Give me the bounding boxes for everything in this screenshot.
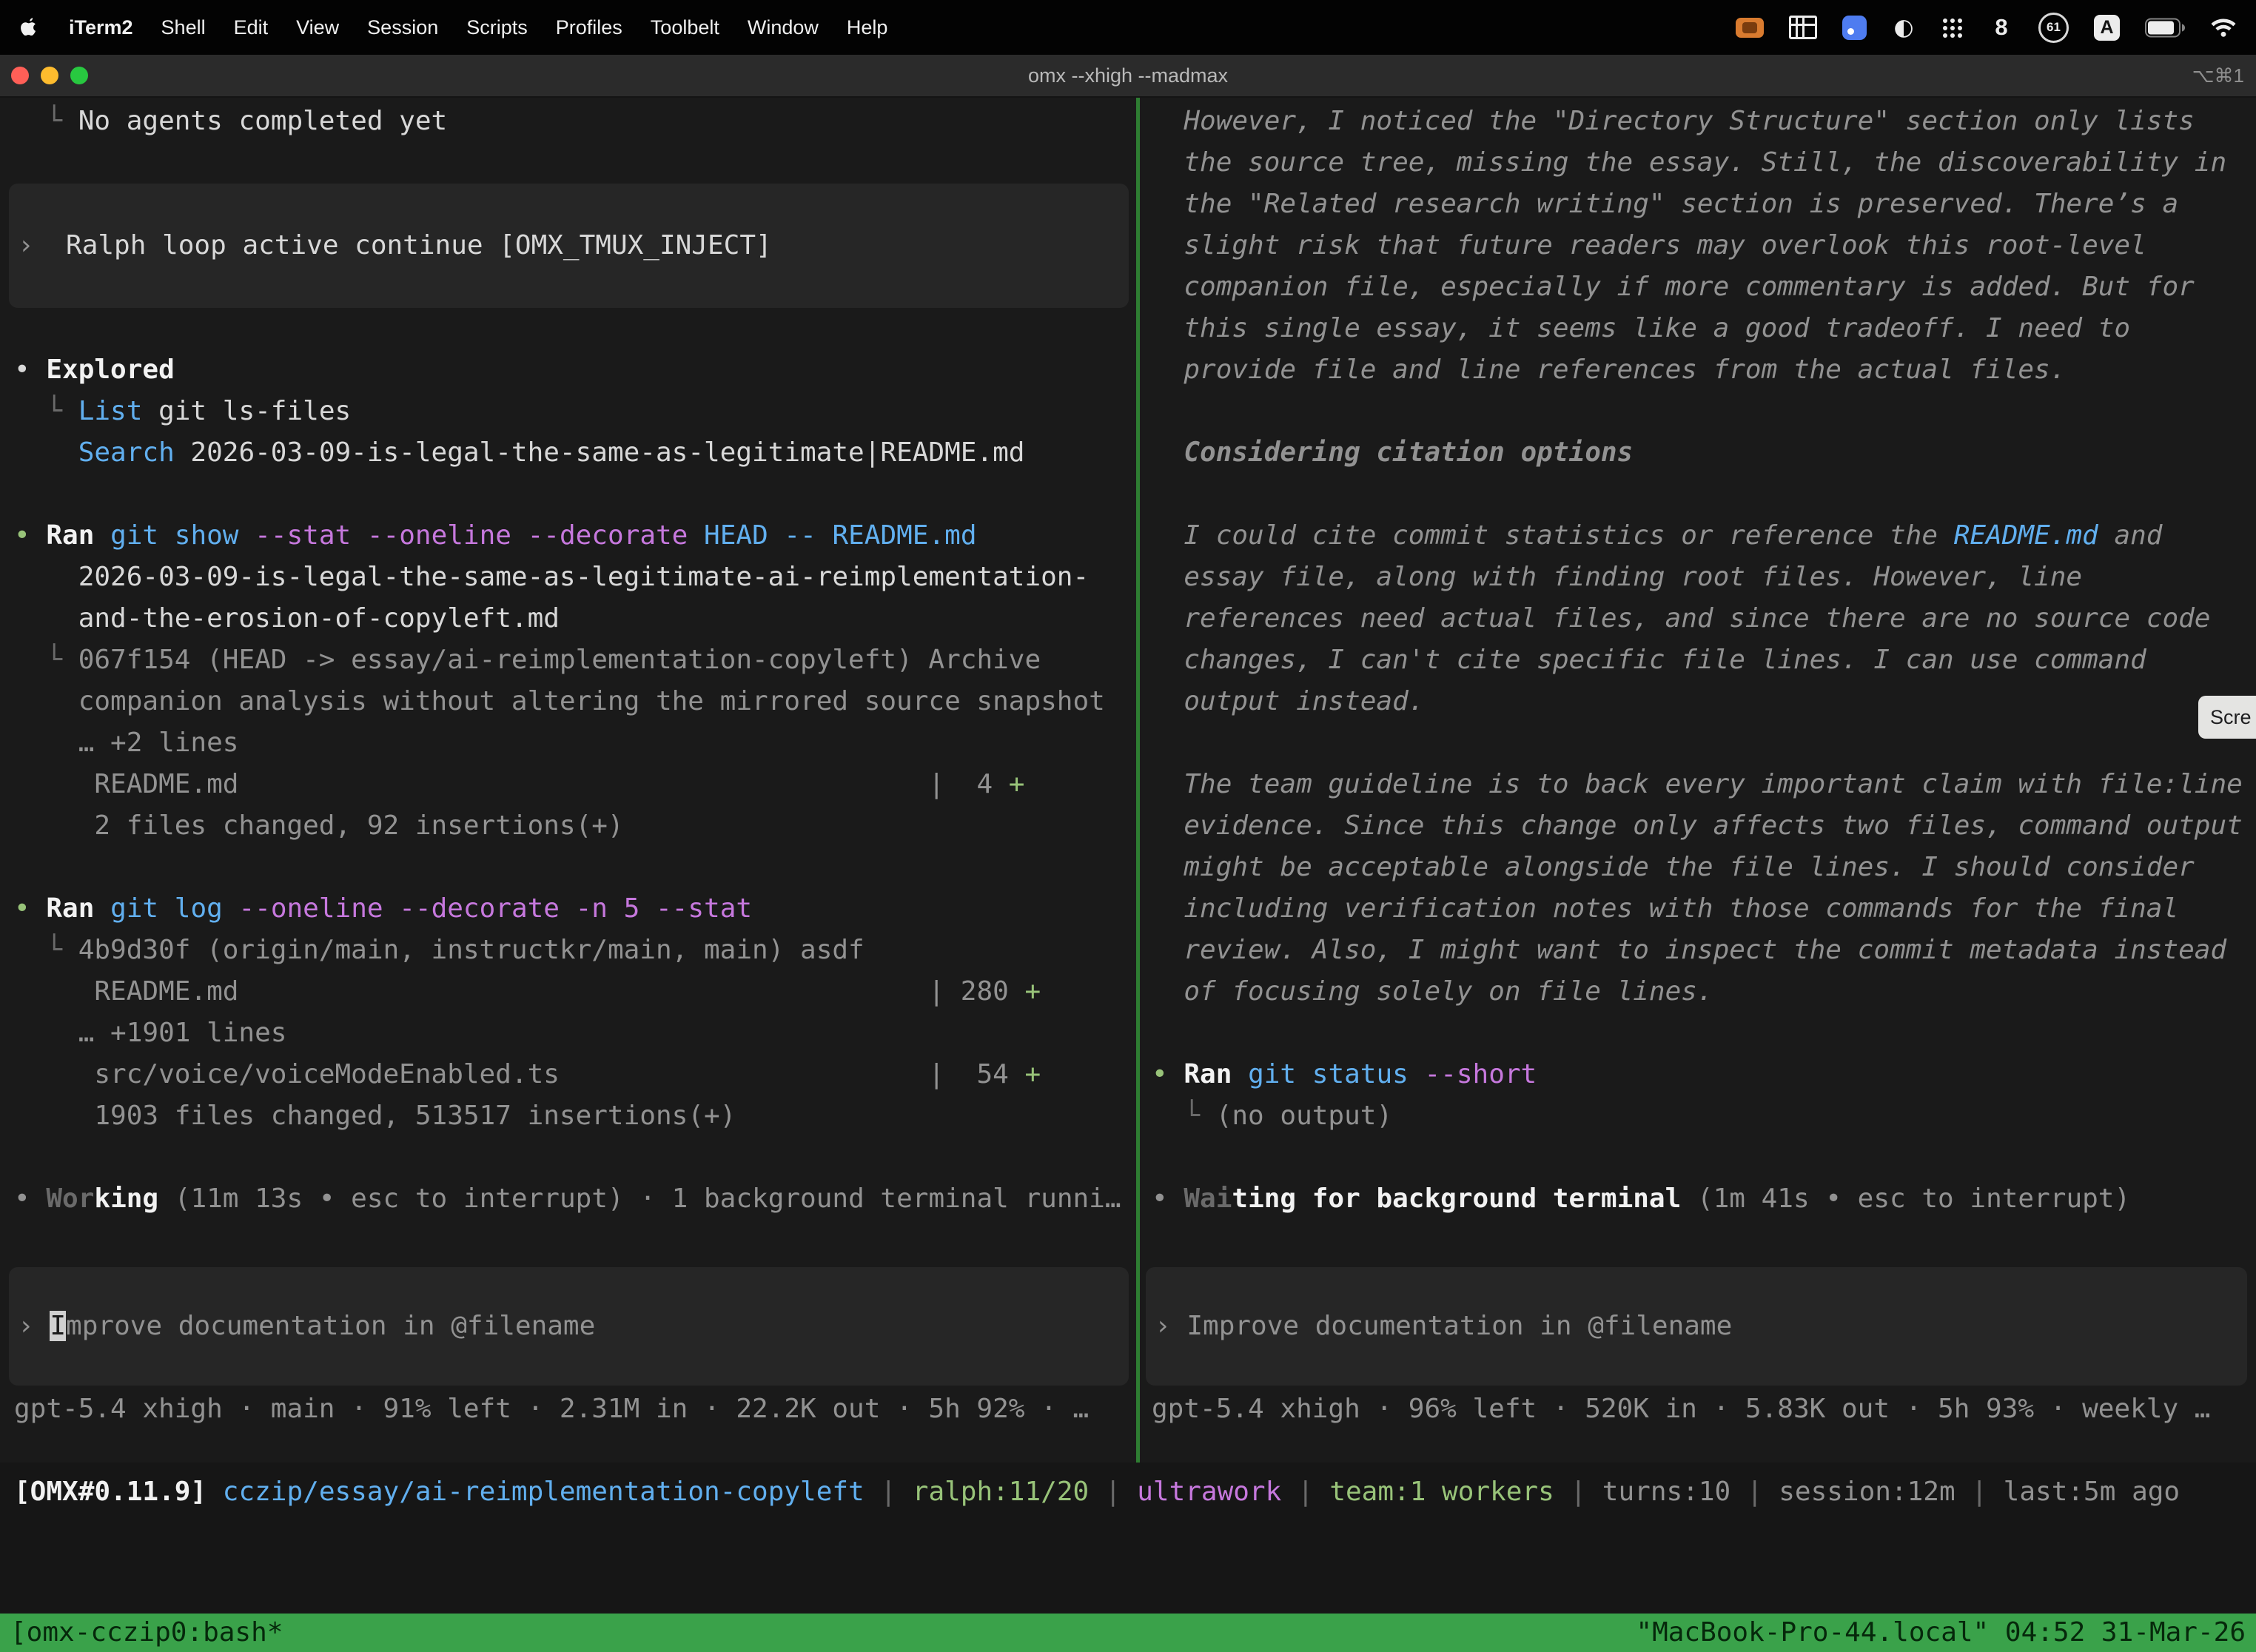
ran-git-show-line: • Ran git show --stat --oneline --decora… — [14, 515, 1136, 557]
ran-git-status-line: • Ran git status --short — [1152, 1054, 2256, 1095]
menu-item-profiles[interactable]: Profiles — [542, 0, 637, 55]
menu-item-session[interactable]: Session — [353, 0, 452, 55]
reasoning-paragraph: However, I noticed the "Directory Struct… — [1152, 101, 2256, 142]
close-window-button[interactable] — [11, 67, 29, 84]
terminal-line: and-the-erosion-of-copyleft.md — [14, 598, 1136, 639]
apps-grid-icon[interactable] — [1941, 16, 1964, 38]
model-status-line: gpt-5.4 xhigh · main · 91% left · 2.31M … — [14, 1389, 1136, 1430]
window-title-bar: omx --xhigh --madmax ⌥⌘1 — [0, 55, 2256, 98]
tmux-session-label: [omx-cczip0:bash* — [10, 1614, 283, 1652]
terminal-line: 2 files changed, 92 insertions(+) — [14, 805, 1136, 847]
terminal-line: this single essay, it seems like a good … — [1152, 308, 2256, 349]
circular-app-icon[interactable]: ◐ — [1892, 12, 1916, 43]
desktop: { "palette":{ "background":"#1a1a1a","pa… — [0, 0, 2256, 1652]
terminal-line: references need actual files, and since … — [1152, 598, 2256, 639]
right-terminal-pane[interactable]: However, I noticed the "Directory Struct… — [1140, 98, 2256, 1463]
reasoning-heading: Considering citation options — [1152, 432, 2256, 474]
menu-item-shell[interactable]: Shell — [147, 0, 220, 55]
menu-item-edit[interactable]: Edit — [220, 0, 283, 55]
menu-item-scripts[interactable]: Scripts — [452, 0, 542, 55]
battery-percent-badge-icon[interactable]: 61 — [2038, 13, 2069, 43]
terminal-line: provide file and line references from th… — [1152, 349, 2256, 391]
terminal-line: src/voice/voiceModeEnabled.ts | 54 + — [14, 1054, 1136, 1095]
terminal-line: the "Related research writing" section i… — [1152, 184, 2256, 225]
spacer — [14, 1220, 1136, 1267]
terminal-line — [14, 847, 1136, 888]
apple-menu[interactable] — [0, 16, 55, 38]
ran-git-log-line: • Ran git log --oneline --decorate -n 5 … — [14, 888, 1136, 930]
menu-item-view[interactable]: View — [282, 0, 353, 55]
menu-items: iTerm2ShellEditViewSessionScriptsProfile… — [55, 0, 902, 55]
menu-bar: iTerm2ShellEditViewSessionScriptsProfile… — [0, 0, 2256, 55]
terminal-line — [1152, 474, 2256, 515]
agents-status-line: └ No agents completed yet — [14, 101, 1136, 142]
battery-icon[interactable] — [2145, 12, 2185, 43]
terminal-line — [1152, 1013, 2256, 1054]
terminal-line: I could cite commit statistics or refere… — [1152, 515, 2256, 557]
input-source-icon[interactable]: A — [2094, 15, 2120, 41]
screen-recording-indicator[interactable] — [1736, 18, 1764, 38]
terminal-line: └ 4b9d30f (origin/main, instructkr/main,… — [14, 930, 1136, 971]
terminal-line: of focusing solely on file lines. — [1152, 971, 2256, 1013]
terminal-line: companion analysis without altering the … — [14, 681, 1136, 722]
terminal-line: evidence. Since this change only affects… — [1152, 805, 2256, 847]
terminal-line: … +2 lines — [14, 722, 1136, 764]
tmux-status-bar: [omx-cczip0:bash* "MacBook-Pro-44.local"… — [0, 1614, 2256, 1652]
left-terminal-pane[interactable]: └ No agents completed yet › Ralph loop ac… — [0, 98, 1136, 1463]
spacer — [14, 308, 1136, 349]
explored-header: • Explored — [14, 349, 1136, 391]
prompt-input[interactable]: › Improve documentation in @filename — [1146, 1267, 2247, 1386]
menu-item-window[interactable]: Window — [733, 0, 833, 55]
terminal-line: └ 067f154 (HEAD -> essay/ai-reimplementa… — [14, 639, 1136, 681]
menu-status-icons: ◐ 8 61 A — [1736, 0, 2256, 55]
blue-app-icon[interactable] — [1842, 16, 1867, 40]
terminal-line — [1152, 1137, 2256, 1178]
apple-icon — [19, 16, 38, 38]
ralph-loop-banner: › Ralph loop active continue [OMX_TMUX_I… — [9, 184, 1129, 308]
terminal-content: └ No agents completed yet › Ralph loop ac… — [0, 98, 2256, 1463]
terminal-line — [1152, 391, 2256, 432]
tmux-host-clock: "MacBook-Pro-44.local" 04:52 31-Mar-26 — [1636, 1614, 2246, 1652]
terminal-line — [1152, 722, 2256, 764]
terminal-line: 2026-03-09-is-legal-the-same-as-legitima… — [14, 557, 1136, 598]
terminal-line: changes, I can't cite specific file line… — [1152, 639, 2256, 681]
terminal-line: might be acceptable alongside the file l… — [1152, 847, 2256, 888]
model-status-line: gpt-5.4 xhigh · 96% left · 520K in · 5.8… — [1152, 1389, 2256, 1430]
terminal-line: slight risk that future readers may over… — [1152, 225, 2256, 266]
terminal-line: essay file, along with finding root file… — [1152, 557, 2256, 598]
minimize-window-button[interactable] — [41, 67, 58, 84]
explored-search-line: Search 2026-03-09-is-legal-the-same-as-l… — [14, 432, 1136, 474]
screen-share-tooltip[interactable]: Scre — [2198, 696, 2256, 739]
terminal-line: the source tree, missing the essay. Stil… — [1152, 142, 2256, 184]
terminal-line: output instead. — [1152, 681, 2256, 722]
menu-item-help[interactable]: Help — [833, 0, 902, 55]
traffic-lights — [11, 55, 88, 96]
terminal-line — [14, 1137, 1136, 1178]
explored-list-line: └ List git ls-files — [14, 391, 1136, 432]
figure-eight-icon[interactable]: 8 — [1990, 12, 2013, 43]
terminal-line: review. Also, I might want to inspect th… — [1152, 930, 2256, 971]
terminal-line: The team guideline is to back every impo… — [1152, 764, 2256, 805]
waiting-status-line: • Waiting for background terminal (1m 41… — [1152, 1178, 2256, 1220]
spacer — [14, 142, 1136, 184]
terminal-line: 1903 files changed, 513517 insertions(+) — [14, 1095, 1136, 1137]
menu-item-iterm2[interactable]: iTerm2 — [55, 0, 147, 55]
stats-grid-icon[interactable] — [1789, 16, 1817, 39]
terminal-line: including verification notes with those … — [1152, 888, 2256, 930]
omx-status-bar: [OMX#0.11.9] cczip/essay/ai-reimplementa… — [0, 1471, 2256, 1513]
terminal-line: … +1901 lines — [14, 1013, 1136, 1054]
menu-item-toolbelt[interactable]: Toolbelt — [637, 0, 733, 55]
wifi-icon[interactable] — [2210, 12, 2237, 43]
window-shortcut-badge: ⌥⌘1 — [2192, 64, 2244, 87]
working-status-line: • Working (11m 13s • esc to interrupt) ·… — [14, 1178, 1136, 1220]
prompt-input[interactable]: › Improve documentation in @filename — [9, 1267, 1129, 1386]
terminal-line — [14, 474, 1136, 515]
window-title: omx --xhigh --madmax — [1028, 64, 1228, 87]
terminal-line: └ (no output) — [1152, 1095, 2256, 1137]
spacer — [1152, 1220, 2256, 1267]
terminal-line: README.md | 4 + — [14, 764, 1136, 805]
terminal-line: companion file, especially if more comme… — [1152, 266, 2256, 308]
zoom-window-button[interactable] — [70, 67, 88, 84]
terminal-line: README.md | 280 + — [14, 971, 1136, 1013]
